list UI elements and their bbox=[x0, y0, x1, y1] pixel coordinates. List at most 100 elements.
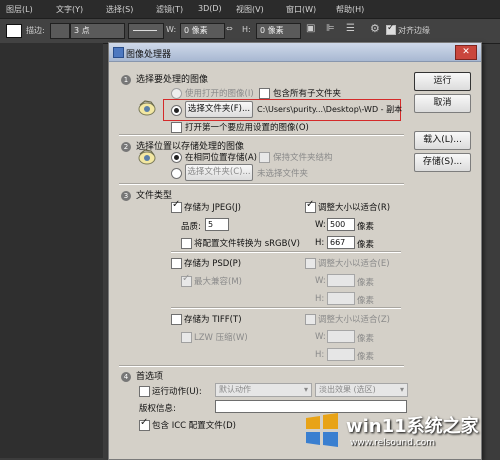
dialog-titlebar: 图像处理器 ✕ bbox=[109, 43, 481, 62]
watermark-brand: win11系统之家 bbox=[346, 416, 479, 437]
image-processor-dialog: 图像处理器 ✕ 运行 取消 载入(L)... 存储(S)... 1 选择要处理的图… bbox=[108, 42, 482, 460]
path-align-icon[interactable]: ⊫ bbox=[326, 23, 335, 34]
section2-number: 2 bbox=[121, 141, 131, 152]
cancel-button[interactable]: 取消 bbox=[414, 94, 471, 113]
select-dest-folder-radio[interactable] bbox=[171, 168, 182, 179]
menu-view[interactable]: 视图(V) bbox=[236, 4, 264, 15]
path-ops-icon[interactable]: ▣ bbox=[306, 23, 315, 34]
lzw-label: LZW 压缩(W) bbox=[194, 333, 248, 343]
copyright-label: 版权信息: bbox=[139, 404, 176, 414]
menu-window[interactable]: 窗口(W) bbox=[286, 4, 316, 15]
stroke-style-select[interactable] bbox=[128, 23, 164, 39]
w-label: W: bbox=[166, 25, 177, 34]
action-name-select[interactable]: 淡出效果 (选区) ▾ bbox=[315, 383, 408, 397]
resize-psd-label: 调整大小以适合(E) bbox=[318, 259, 390, 269]
dest-folder-status: 未选择文件夹 bbox=[257, 169, 309, 179]
section1-header: 1 选择要处理的图像 bbox=[121, 72, 208, 85]
menu-3d[interactable]: 3D(D) bbox=[198, 4, 222, 13]
separator-psd bbox=[171, 307, 401, 309]
run-action-label: 运行动作(U): bbox=[152, 387, 202, 397]
jpeg-h-label: H: bbox=[315, 238, 325, 248]
separator-1 bbox=[119, 134, 404, 136]
process-images-icon bbox=[138, 100, 156, 116]
jpeg-height-input[interactable]: 667 bbox=[327, 236, 355, 249]
height-field[interactable]: 0 像素 bbox=[256, 23, 301, 39]
psd-height-input[interactable] bbox=[327, 292, 355, 305]
close-icon[interactable]: ✕ bbox=[455, 45, 477, 60]
run-button[interactable]: 运行 bbox=[414, 72, 471, 91]
same-location-label: 在相同位置存储(A) bbox=[185, 153, 257, 163]
jpeg-width-input[interactable]: 500 bbox=[327, 218, 355, 231]
select-folder-radio[interactable] bbox=[171, 105, 182, 116]
menu-filter[interactable]: 滤镜(T) bbox=[156, 4, 183, 15]
convert-srgb-checkbox[interactable] bbox=[181, 238, 192, 249]
tiff-w-label: W: bbox=[315, 332, 326, 342]
psd-h-unit: 像素 bbox=[357, 296, 375, 306]
open-first-image-checkbox[interactable] bbox=[171, 122, 182, 133]
open-first-image-label: 打开第一个要应用设置的图像(O) bbox=[185, 123, 309, 133]
lzw-checkbox[interactable] bbox=[181, 332, 192, 343]
section3-number: 3 bbox=[121, 190, 131, 201]
tiff-h-unit: 像素 bbox=[357, 352, 375, 362]
section4-title: 首选项 bbox=[136, 372, 164, 382]
run-action-checkbox[interactable] bbox=[139, 386, 150, 397]
max-compat-checkbox[interactable]: ✓ bbox=[181, 274, 192, 287]
section1-title: 选择要处理的图像 bbox=[136, 75, 209, 85]
save-button[interactable]: 存储(S)... bbox=[414, 153, 471, 172]
select-dest-folder-button[interactable]: 选择文件夹(C)... bbox=[185, 164, 253, 181]
separator-3 bbox=[119, 365, 404, 367]
menu-type[interactable]: 文字(Y) bbox=[56, 4, 83, 15]
resize-jpeg-checkbox[interactable]: ✓ bbox=[305, 200, 316, 213]
chevron-down-icon: ▾ bbox=[303, 385, 308, 394]
action-set-select[interactable]: 默认动作 ▾ bbox=[215, 383, 312, 397]
app-icon bbox=[113, 47, 124, 58]
menu-select[interactable]: 选择(S) bbox=[106, 4, 133, 15]
psd-w-unit: 像素 bbox=[357, 278, 375, 288]
resize-jpeg-label: 调整大小以适合(R) bbox=[318, 203, 391, 213]
psd-w-label: W: bbox=[315, 276, 326, 286]
keep-structure-label: 保持文件夹结构 bbox=[273, 153, 333, 163]
keep-structure-checkbox[interactable] bbox=[259, 152, 270, 163]
load-button[interactable]: 载入(L)... bbox=[414, 131, 471, 150]
tiff-h-label: H: bbox=[315, 350, 325, 360]
resize-psd-checkbox[interactable] bbox=[305, 258, 316, 269]
stroke-width-field[interactable]: 3 点 bbox=[70, 23, 125, 39]
section1-number: 1 bbox=[121, 74, 131, 85]
jpeg-h-unit: 像素 bbox=[357, 240, 375, 250]
action-name-value: 淡出效果 (选区) bbox=[319, 385, 376, 394]
include-subfolders-label: 包含所有子文件夹 bbox=[273, 89, 342, 99]
quality-input[interactable]: 5 bbox=[205, 218, 229, 231]
menu-help[interactable]: 帮助(H) bbox=[336, 4, 364, 15]
align-edges-checkbox[interactable]: ✓ bbox=[386, 23, 396, 35]
resize-tiff-checkbox[interactable] bbox=[305, 314, 316, 325]
stroke-color-swatch[interactable] bbox=[50, 23, 70, 39]
use-open-images-radio[interactable] bbox=[171, 88, 182, 99]
tiff-width-input[interactable] bbox=[327, 330, 355, 343]
section3-title: 文件类型 bbox=[136, 191, 173, 201]
save-psd-checkbox[interactable] bbox=[171, 258, 182, 269]
jpeg-w-label: W: bbox=[315, 220, 326, 230]
save-tiff-checkbox[interactable] bbox=[171, 314, 182, 325]
link-icon[interactable]: ⇔ bbox=[226, 24, 233, 33]
psd-width-input[interactable] bbox=[327, 274, 355, 287]
max-compat-label: 最大兼容(M) bbox=[194, 277, 242, 287]
menu-layer[interactable]: 图层(L) bbox=[6, 4, 33, 15]
same-location-radio[interactable] bbox=[171, 152, 182, 163]
tiff-w-unit: 像素 bbox=[357, 334, 375, 344]
save-jpeg-checkbox[interactable]: ✓ bbox=[171, 200, 182, 213]
save-jpeg-label: 存储为 JPEG(J) bbox=[184, 203, 241, 213]
width-field[interactable]: 0 像素 bbox=[180, 23, 225, 39]
select-source-folder-button[interactable]: 选择文件夹(F)... bbox=[185, 101, 253, 118]
options-bar: 描边: 3 点 W: 0 像素 ⇔ H: 0 像素 ▣ ⊫ ☰ ⚙ ✓ 对齐边缘 bbox=[0, 18, 500, 44]
fill-swatch[interactable] bbox=[6, 24, 22, 38]
include-icc-checkbox[interactable]: ✓ bbox=[139, 418, 150, 431]
convert-srgb-label: 将配置文件转换为 sRGB(V) bbox=[194, 239, 300, 249]
chevron-down-icon: ▾ bbox=[399, 385, 404, 394]
gear-icon[interactable]: ⚙ bbox=[370, 22, 380, 35]
path-arrange-icon[interactable]: ☰ bbox=[346, 23, 355, 34]
tiff-height-input[interactable] bbox=[327, 348, 355, 361]
source-folder-path: C:\Users\purity...\Desktop\-WD - 副本 bbox=[257, 105, 403, 114]
include-subfolders-checkbox[interactable] bbox=[259, 88, 270, 99]
watermark-url: www.relsound.com bbox=[350, 438, 436, 448]
canvas-background bbox=[0, 43, 103, 458]
